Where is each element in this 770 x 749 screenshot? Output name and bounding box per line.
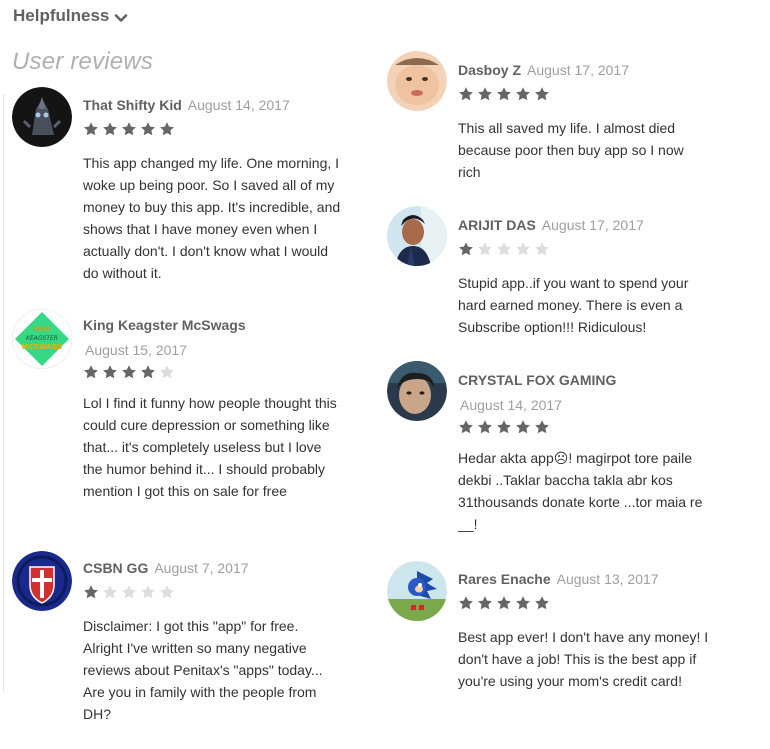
review-author[interactable]: King Keagster McSwags bbox=[83, 317, 246, 333]
star-rating bbox=[83, 584, 343, 600]
star-filled-icon bbox=[534, 86, 550, 102]
sort-dropdown[interactable]: Helpfulness bbox=[13, 6, 129, 26]
star-filled-icon bbox=[534, 595, 550, 611]
review-card: Dasboy Z August 17, 2017 This all saved m… bbox=[458, 59, 718, 183]
star-filled-icon bbox=[496, 86, 512, 102]
review-text: Hedar akta app☹! magirpot tore paile dek… bbox=[458, 450, 703, 532]
review-text: Stupid app..if you want to spend your ha… bbox=[458, 275, 689, 335]
avatar-logo-text-3: MCSWAGS bbox=[22, 343, 63, 351]
star-filled-icon bbox=[102, 364, 118, 380]
avatar-dasboy-z[interactable] bbox=[387, 51, 447, 111]
star-filled-icon bbox=[515, 86, 531, 102]
star-filled-icon bbox=[102, 121, 118, 137]
review-date: August 17, 2017 bbox=[541, 217, 644, 233]
chevron-down-icon bbox=[115, 13, 128, 22]
review-date: August 14, 2017 bbox=[187, 97, 290, 113]
star-empty-icon bbox=[159, 364, 175, 380]
star-filled-icon bbox=[83, 364, 99, 380]
star-filled-icon bbox=[477, 595, 493, 611]
star-empty-icon bbox=[121, 584, 137, 600]
star-empty-icon bbox=[534, 241, 550, 257]
star-empty-icon bbox=[159, 584, 175, 600]
column-divider bbox=[3, 94, 4, 691]
avatar-king-keagster[interactable]: KING KEAGSTER MCSWAGS bbox=[12, 309, 72, 369]
avatar-logo-text-1: KING bbox=[34, 326, 51, 333]
star-filled-icon bbox=[515, 419, 531, 435]
review-date: August 13, 2017 bbox=[556, 571, 659, 587]
avatar-logo-text-2: KEAGSTER bbox=[26, 335, 58, 342]
star-filled-icon bbox=[477, 419, 493, 435]
star-empty-icon bbox=[496, 241, 512, 257]
review-author[interactable]: Rares Enache bbox=[458, 571, 551, 587]
star-filled-icon bbox=[496, 419, 512, 435]
review-author[interactable]: CSBN GG bbox=[83, 560, 148, 576]
star-filled-icon bbox=[458, 86, 474, 102]
star-rating bbox=[458, 595, 718, 611]
star-rating bbox=[458, 419, 718, 435]
star-filled-icon bbox=[458, 595, 474, 611]
star-filled-icon bbox=[140, 364, 156, 380]
star-filled-icon bbox=[83, 121, 99, 137]
star-filled-icon bbox=[140, 121, 156, 137]
avatar-csbn-gg[interactable] bbox=[12, 551, 72, 611]
star-filled-icon bbox=[534, 419, 550, 435]
review-date: August 14, 2017 bbox=[460, 397, 562, 413]
review-date: August 15, 2017 bbox=[85, 342, 187, 358]
star-filled-icon bbox=[121, 121, 137, 137]
review-author[interactable]: ARIJIT DAS bbox=[458, 217, 536, 233]
review-card: CSBN GG August 7, 2017 Disclaimer: I got … bbox=[83, 557, 343, 725]
review-text: This all saved my life. I almost died be… bbox=[458, 120, 684, 180]
review-text: Best app ever! I don't have any money! I… bbox=[458, 629, 709, 689]
avatar-arijit-das[interactable] bbox=[387, 206, 447, 266]
star-empty-icon bbox=[102, 584, 118, 600]
star-filled-icon bbox=[83, 584, 99, 600]
sort-label: Helpfulness bbox=[13, 6, 110, 25]
review-author[interactable]: CRYSTAL FOX GAMING bbox=[458, 372, 616, 388]
avatar-that-shifty-kid[interactable] bbox=[12, 87, 72, 147]
review-card: King Keagster McSwags August 15, 2017 Lo… bbox=[83, 314, 343, 502]
star-filled-icon bbox=[458, 419, 474, 435]
review-text: Disclaimer: I got this "app" for free. A… bbox=[83, 618, 323, 722]
section-title: User reviews bbox=[12, 48, 154, 75]
star-filled-icon bbox=[477, 86, 493, 102]
review-card: ARIJIT DAS August 17, 2017 Stupid app..if… bbox=[458, 214, 718, 338]
star-filled-icon bbox=[515, 595, 531, 611]
star-empty-icon bbox=[140, 584, 156, 600]
review-card: CRYSTAL FOX GAMING August 14, 2017 Hedar… bbox=[458, 369, 718, 535]
star-filled-icon bbox=[496, 595, 512, 611]
review-text: This app changed my life. One morning, I… bbox=[83, 155, 341, 281]
star-rating bbox=[83, 121, 343, 137]
review-author[interactable]: That Shifty Kid bbox=[83, 97, 182, 113]
avatar-rares-enache[interactable] bbox=[387, 561, 447, 621]
avatar-crystal-fox[interactable] bbox=[387, 361, 447, 421]
star-empty-icon bbox=[515, 241, 531, 257]
star-rating bbox=[83, 364, 343, 380]
star-filled-icon bbox=[121, 364, 137, 380]
review-date: August 7, 2017 bbox=[154, 560, 249, 576]
star-rating bbox=[458, 86, 718, 102]
star-filled-icon bbox=[159, 121, 175, 137]
review-date: August 17, 2017 bbox=[527, 62, 629, 78]
star-empty-icon bbox=[477, 241, 493, 257]
review-card: That Shifty Kid August 14, 2017 This app … bbox=[83, 94, 343, 284]
review-author[interactable]: Dasboy Z bbox=[458, 62, 521, 78]
star-filled-icon bbox=[458, 241, 474, 257]
review-text: Lol I find it funny how people thought t… bbox=[83, 395, 337, 499]
star-rating bbox=[458, 241, 718, 257]
review-card: Rares Enache August 13, 2017 Best app eve… bbox=[458, 568, 718, 692]
